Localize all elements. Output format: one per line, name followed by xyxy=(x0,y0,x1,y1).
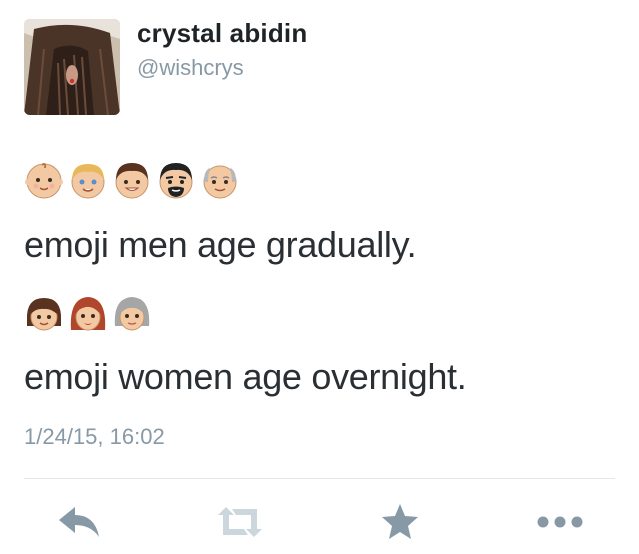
girl-face-emoji xyxy=(26,298,62,331)
tweet-actions-bar xyxy=(0,496,639,550)
tweet-text-line-1: emoji men age gradually. xyxy=(24,224,417,265)
favorite-button[interactable] xyxy=(376,500,424,544)
tweet-text-line-2: emoji women age overnight. xyxy=(24,356,467,397)
divider xyxy=(24,478,615,479)
men-emoji-row xyxy=(24,160,240,200)
retweet-icon xyxy=(218,507,262,537)
woman-face-emoji xyxy=(70,297,106,331)
avatar[interactable] xyxy=(24,19,120,115)
star-icon xyxy=(382,504,418,539)
man-face-emoji xyxy=(115,163,149,199)
older-man-face-emoji xyxy=(203,165,237,199)
user-handle[interactable]: @wishcrys xyxy=(137,55,244,81)
women-emoji-row xyxy=(24,294,152,334)
more-button[interactable] xyxy=(536,500,584,544)
older-woman-face-emoji xyxy=(114,297,150,331)
baby-face-emoji xyxy=(25,163,63,199)
reply-button[interactable] xyxy=(55,500,103,544)
more-icon xyxy=(537,516,583,528)
bearded-man-face-emoji xyxy=(159,163,193,199)
reply-icon xyxy=(59,507,99,537)
boy-face-emoji xyxy=(71,164,105,199)
tweet-timestamp[interactable]: 1/24/15, 16:02 xyxy=(24,424,165,450)
retweet-button[interactable] xyxy=(216,500,264,544)
avatar-photo xyxy=(24,19,120,115)
display-name[interactable]: crystal abidin xyxy=(137,18,307,49)
